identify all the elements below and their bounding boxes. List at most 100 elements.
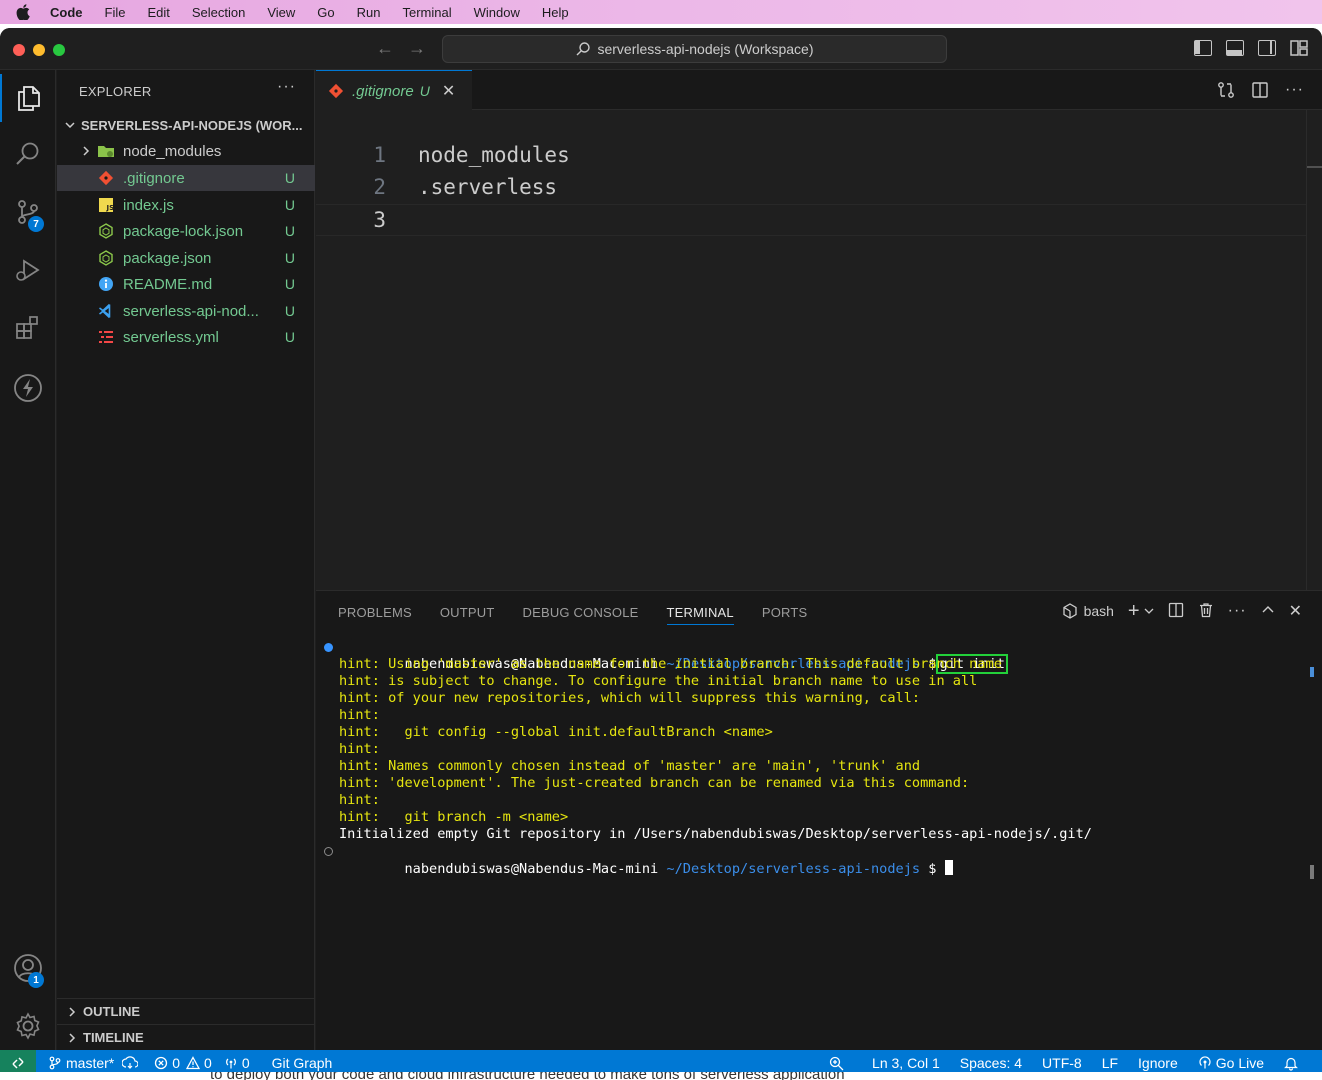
zoom-icon[interactable] bbox=[829, 1056, 848, 1071]
tree-item-package-lock-json[interactable]: package-lock.json U bbox=[57, 218, 315, 244]
close-icon[interactable]: ✕ bbox=[1289, 601, 1302, 621]
chevron-down-icon[interactable] bbox=[1144, 603, 1154, 619]
split-editor-icon[interactable] bbox=[1251, 81, 1269, 104]
tab-problems[interactable]: PROBLEMS bbox=[338, 605, 412, 625]
terminal-hint-line: hint: bbox=[339, 792, 380, 808]
toggle-primary-sidebar-icon[interactable] bbox=[1194, 40, 1212, 56]
trash-icon[interactable] bbox=[1198, 602, 1214, 621]
terminal-init-line: Initialized empty Git repository in /Use… bbox=[339, 826, 1092, 842]
ports-status[interactable]: 0 bbox=[224, 1055, 250, 1071]
menu-view[interactable]: View bbox=[267, 5, 295, 20]
serverless-activity[interactable] bbox=[0, 364, 56, 412]
terminal-output[interactable]: nabendubiswas@Nabendus-Mac-mini ~/Deskto… bbox=[324, 639, 1304, 877]
file-name: README.md bbox=[123, 275, 213, 293]
sync-icon[interactable] bbox=[122, 1056, 142, 1070]
go-live-button[interactable]: Go Live bbox=[1198, 1055, 1264, 1071]
file-name: .gitignore bbox=[123, 169, 185, 187]
cursor-position-status[interactable]: Ln 3, Col 1 bbox=[872, 1055, 940, 1071]
back-arrow-icon[interactable]: ← bbox=[376, 38, 394, 59]
file-name: package-lock.json bbox=[123, 222, 244, 240]
menu-terminal[interactable]: Terminal bbox=[403, 5, 452, 20]
menu-app-name[interactable]: Code bbox=[50, 5, 83, 20]
git-graph-button[interactable]: Git Graph bbox=[272, 1055, 333, 1071]
notifications-bell-icon[interactable] bbox=[1284, 1056, 1302, 1071]
toggle-panel-icon[interactable] bbox=[1226, 40, 1244, 56]
split-terminal-icon[interactable] bbox=[1168, 602, 1184, 621]
radio-tower-icon bbox=[225, 1058, 236, 1069]
explorer-activity[interactable] bbox=[0, 74, 56, 122]
tree-item-package-json[interactable]: package.json U bbox=[57, 245, 315, 271]
editor-scrollbar[interactable] bbox=[1306, 110, 1322, 590]
menu-run[interactable]: Run bbox=[357, 5, 381, 20]
encoding-status[interactable]: UTF-8 bbox=[1042, 1055, 1082, 1071]
extensions-activity[interactable] bbox=[0, 304, 56, 352]
file-name: serverless-api-nod... bbox=[123, 302, 259, 320]
customize-layout-icon[interactable] bbox=[1290, 40, 1308, 56]
search-icon bbox=[16, 142, 39, 165]
toggle-secondary-sidebar-icon[interactable] bbox=[1258, 40, 1276, 56]
terminal-scrollbar[interactable] bbox=[1310, 865, 1314, 879]
file-status: U bbox=[284, 170, 295, 186]
terminal-shell-selector[interactable]: bash bbox=[1062, 603, 1114, 619]
prompt-symbol: $ bbox=[928, 861, 937, 877]
more-actions-icon[interactable]: ··· bbox=[1285, 81, 1304, 104]
underlay-text: to deploy both your code and cloud infra… bbox=[210, 1072, 845, 1080]
tab-output[interactable]: OUTPUT bbox=[440, 605, 495, 625]
close-icon[interactable]: ✕ bbox=[442, 81, 455, 101]
tree-item-index-js[interactable]: JS index.js U bbox=[57, 192, 315, 218]
more-actions-icon[interactable]: ··· bbox=[277, 78, 296, 96]
more-actions-icon[interactable]: ··· bbox=[1228, 602, 1247, 620]
menu-file[interactable]: File bbox=[105, 5, 126, 20]
tab-ports[interactable]: PORTS bbox=[762, 605, 808, 625]
run-debug-activity[interactable] bbox=[0, 246, 56, 294]
terminal-line-command: nabendubiswas@Nabendus-Mac-mini ~/Deskto… bbox=[324, 639, 1304, 674]
timeline-label: TIMELINE bbox=[83, 1030, 144, 1045]
apple-icon[interactable] bbox=[16, 4, 36, 20]
warning-icon bbox=[186, 1056, 201, 1070]
prompt-user: nabendubiswas@Nabendus-Mac-mini bbox=[404, 861, 659, 877]
source-control-badge: 7 bbox=[28, 216, 44, 232]
new-terminal-icon[interactable]: + bbox=[1128, 601, 1140, 621]
tree-item-serverless-yml[interactable]: serverless.yml U bbox=[57, 324, 315, 350]
language-mode-status[interactable]: Ignore bbox=[1138, 1055, 1178, 1071]
tree-item-workspace-file[interactable]: serverless-api-nod... U bbox=[57, 298, 315, 324]
file-name: index.js bbox=[123, 196, 174, 214]
indentation-status[interactable]: Spaces: 4 bbox=[960, 1055, 1022, 1071]
workspace-folder-header[interactable]: SERVERLESS-API-NODEJS (WOR... bbox=[57, 114, 315, 136]
tab-debug-console[interactable]: DEBUG CONSOLE bbox=[523, 605, 639, 625]
close-window-button[interactable] bbox=[13, 44, 25, 56]
menu-selection[interactable]: Selection bbox=[192, 5, 245, 20]
search-activity[interactable] bbox=[0, 130, 56, 178]
tree-item-node-modules[interactable]: node_modules bbox=[57, 138, 315, 164]
minimize-window-button[interactable] bbox=[33, 44, 45, 56]
accounts-activity[interactable]: 1 bbox=[0, 944, 56, 992]
code-editor[interactable]: 1 node_modules 2 .serverless 3 bbox=[316, 110, 1322, 590]
menu-window[interactable]: Window bbox=[474, 5, 520, 20]
menu-edit[interactable]: Edit bbox=[147, 5, 169, 20]
terminal-hint-line: hint: is subject to change. To configure… bbox=[339, 673, 978, 689]
tree-item-readme-md[interactable]: README.md U bbox=[57, 271, 315, 297]
menu-go[interactable]: Go bbox=[317, 5, 334, 20]
tree-item-gitignore[interactable]: .gitignore U bbox=[57, 165, 315, 191]
code-line-current: 3 bbox=[316, 204, 1306, 236]
timeline-section-header[interactable]: TIMELINE bbox=[57, 1024, 315, 1050]
open-changes-icon[interactable] bbox=[1217, 81, 1235, 104]
editor-tab-gitignore[interactable]: .gitignore U ✕ bbox=[316, 70, 472, 111]
eol-status[interactable]: LF bbox=[1102, 1055, 1118, 1071]
outline-section-header[interactable]: OUTLINE bbox=[57, 998, 315, 1024]
maximize-window-button[interactable] bbox=[53, 44, 65, 56]
source-control-activity[interactable]: 7 bbox=[0, 188, 56, 236]
terminal-hint-line: hint: git config --global init.defaultBr… bbox=[339, 724, 773, 740]
menu-help[interactable]: Help bbox=[542, 5, 569, 20]
forward-arrow-icon[interactable]: → bbox=[408, 38, 426, 59]
manage-activity[interactable] bbox=[0, 1002, 56, 1050]
problems-status[interactable]: 0 0 bbox=[154, 1055, 212, 1071]
line-number: 3 bbox=[373, 208, 386, 232]
branch-status[interactable]: master* bbox=[48, 1055, 114, 1071]
tab-terminal[interactable]: TERMINAL bbox=[666, 605, 734, 625]
terminal-line-prompt: nabendubiswas@Nabendus-Mac-mini ~/Deskto… bbox=[324, 843, 1304, 877]
go-live-label: Go Live bbox=[1215, 1055, 1264, 1071]
shell-name: bash bbox=[1083, 603, 1114, 619]
maximize-panel-icon[interactable] bbox=[1261, 603, 1275, 620]
command-center-search[interactable]: serverless-api-nodejs (Workspace) bbox=[442, 35, 947, 63]
